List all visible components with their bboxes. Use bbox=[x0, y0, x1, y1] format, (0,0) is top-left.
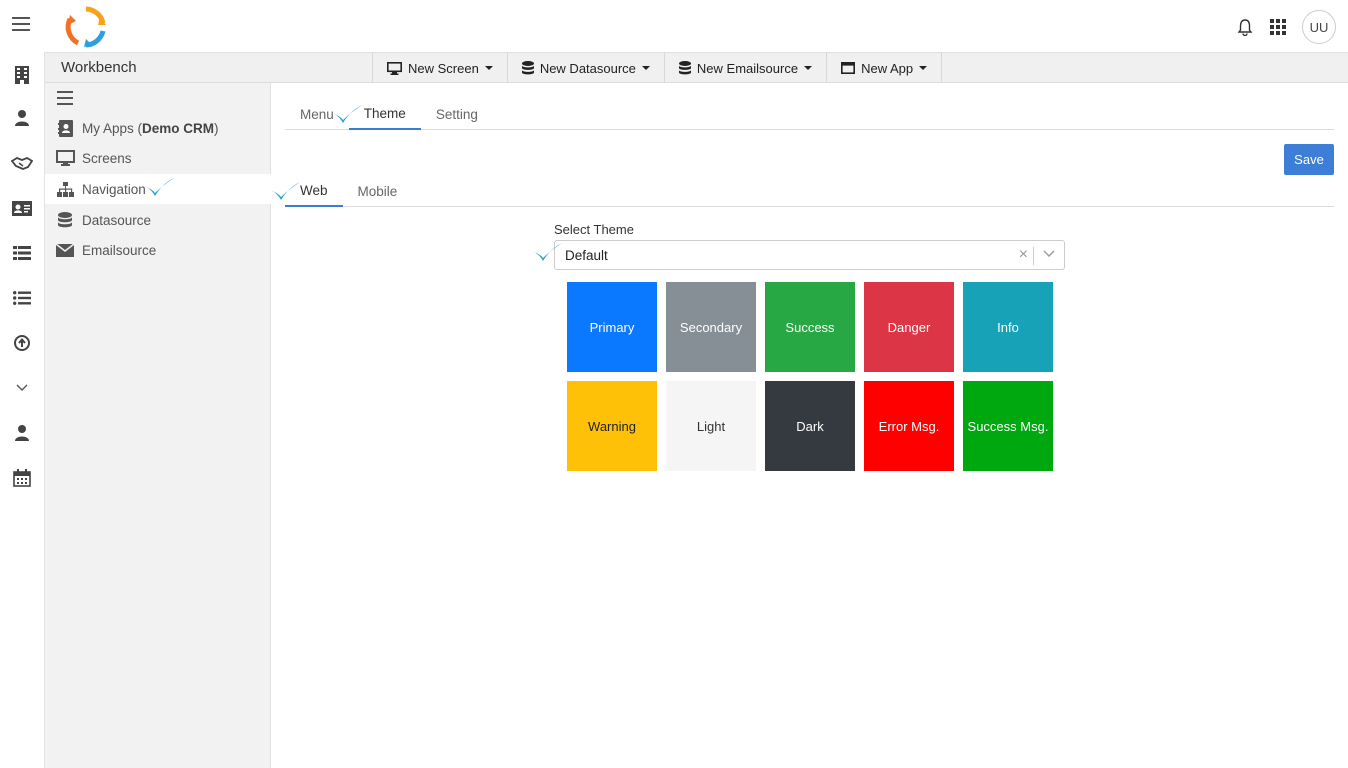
tab-label: Menu bbox=[300, 106, 334, 122]
window-icon bbox=[841, 62, 856, 74]
handshake-icon[interactable] bbox=[11, 152, 33, 174]
select-theme-label: Select Theme bbox=[554, 222, 634, 237]
swatch-light[interactable]: Light bbox=[666, 381, 756, 471]
tab-mobile[interactable]: Mobile bbox=[343, 175, 413, 207]
app-sidebar: My Apps (Demo CRM) Screens Navigation Da… bbox=[45, 83, 271, 768]
swatch-secondary[interactable]: Secondary bbox=[666, 282, 756, 372]
swatch-warning[interactable]: Warning bbox=[567, 381, 657, 471]
upload-circle-icon[interactable] bbox=[11, 332, 33, 354]
workbench-menu: New Screen New Datasource New Emailsourc… bbox=[372, 53, 943, 83]
new-app-label: New App bbox=[861, 60, 914, 76]
select-separator bbox=[1033, 247, 1034, 265]
sidebar-item-label: Screens bbox=[82, 150, 132, 166]
clear-icon[interactable]: × bbox=[1019, 246, 1028, 264]
swatch-label: Secondary bbox=[679, 319, 743, 335]
swatch-label: Success bbox=[785, 319, 835, 335]
new-screen-dropdown[interactable]: New Screen bbox=[372, 53, 507, 83]
new-datasource-dropdown[interactable]: New Datasource bbox=[506, 53, 664, 83]
theme-select-value: Default bbox=[565, 248, 608, 263]
swatch-success[interactable]: Success bbox=[765, 282, 855, 372]
checkmark-icon bbox=[146, 178, 174, 196]
caret-down-icon bbox=[641, 66, 650, 70]
sidebar-toggle-icon[interactable] bbox=[57, 91, 73, 105]
top-bar: UU bbox=[0, 0, 1348, 52]
tab-label: Web bbox=[300, 182, 328, 198]
new-emailsource-dropdown[interactable]: New Emailsource bbox=[663, 53, 826, 83]
building-icon[interactable] bbox=[11, 64, 33, 86]
platform-tabs: Web Mobile bbox=[285, 175, 1334, 207]
hamburger-menu-icon[interactable] bbox=[12, 17, 30, 33]
tab-label: Setting bbox=[435, 106, 478, 122]
envelope-icon bbox=[55, 241, 75, 259]
checkmark-icon bbox=[272, 182, 300, 200]
new-screen-label: New Screen bbox=[408, 60, 479, 76]
app-logo bbox=[65, 6, 106, 48]
caret-down-icon bbox=[919, 66, 928, 70]
apps-grid-icon[interactable] bbox=[1270, 19, 1286, 35]
sidebar-item-label: Emailsource bbox=[82, 242, 157, 258]
swatch-label: Error Msg. bbox=[878, 418, 940, 434]
monitor-icon bbox=[387, 61, 402, 75]
database-icon bbox=[521, 61, 534, 75]
swatch-label: Danger bbox=[887, 319, 931, 335]
new-emailsource-label: New Emailsource bbox=[696, 60, 799, 76]
app-name: Demo CRM bbox=[142, 120, 215, 136]
chevron-down-icon[interactable] bbox=[11, 377, 33, 399]
sidebar-item-datasource[interactable]: Datasource bbox=[45, 205, 271, 235]
sidebar-item-label-suffix: ) bbox=[214, 120, 219, 136]
contact-book-icon bbox=[55, 119, 75, 137]
swatch-danger[interactable]: Danger bbox=[864, 282, 954, 372]
database-icon bbox=[55, 211, 75, 229]
user-avatar[interactable]: UU bbox=[1302, 10, 1336, 44]
workbench-title: Workbench bbox=[61, 59, 137, 76]
swatch-dark[interactable]: Dark bbox=[765, 381, 855, 471]
caret-down-icon bbox=[804, 66, 813, 70]
user-icon[interactable] bbox=[11, 422, 33, 444]
sidebar-item-my-apps[interactable]: My Apps (Demo CRM) bbox=[45, 113, 271, 143]
new-datasource-label: New Datasource bbox=[539, 60, 636, 76]
checkmark-icon bbox=[534, 243, 562, 261]
tab-label: Theme bbox=[363, 105, 406, 121]
swatch-label: Success Msg. bbox=[967, 418, 1049, 434]
id-card-icon[interactable] bbox=[11, 197, 33, 219]
caret-down-icon bbox=[484, 66, 493, 70]
workbench-toolbar: Workbench New Screen New Datasource New … bbox=[45, 52, 1348, 83]
swatch-info[interactable]: Info bbox=[963, 282, 1053, 372]
sidebar-item-label: Navigation bbox=[82, 181, 146, 197]
left-rail bbox=[0, 52, 45, 768]
swatch-error-msg[interactable]: Error Msg. bbox=[864, 381, 954, 471]
database-icon bbox=[678, 61, 691, 75]
sidebar-item-navigation[interactable]: Navigation bbox=[45, 174, 271, 204]
tab-setting[interactable]: Setting bbox=[421, 98, 493, 130]
save-button[interactable]: Save bbox=[1284, 144, 1334, 175]
chevron-down-icon[interactable] bbox=[1043, 250, 1055, 258]
swatch-label: Warning bbox=[588, 418, 636, 434]
swatch-primary[interactable]: Primary bbox=[567, 282, 657, 372]
calendar-icon[interactable] bbox=[11, 467, 33, 489]
settings-tabs: Menu Theme Setting bbox=[285, 98, 1334, 130]
checkmark-icon bbox=[334, 105, 362, 123]
swatch-label: Dark bbox=[796, 418, 824, 434]
swatch-label: Primary bbox=[589, 319, 635, 335]
sitemap-icon bbox=[55, 180, 75, 198]
sidebar-item-label: My Apps ( bbox=[82, 120, 143, 136]
sidebar-item-screens[interactable]: Screens bbox=[45, 143, 271, 173]
swatch-label: Info bbox=[997, 319, 1019, 335]
new-app-dropdown[interactable]: New App bbox=[826, 53, 943, 83]
bell-icon[interactable] bbox=[1236, 18, 1254, 36]
sidebar-item-label: Datasource bbox=[82, 212, 152, 228]
user-icon[interactable] bbox=[11, 107, 33, 129]
tab-label: Mobile bbox=[357, 183, 398, 199]
sidebar-item-emailsource[interactable]: Emailsource bbox=[45, 235, 271, 265]
monitor-icon bbox=[55, 149, 75, 167]
theme-select[interactable]: Default × bbox=[554, 240, 1065, 270]
swatch-success-msg[interactable]: Success Msg. bbox=[963, 381, 1053, 471]
swatch-label: Light bbox=[696, 418, 726, 434]
table-list-icon[interactable] bbox=[11, 242, 33, 264]
bullet-list-icon[interactable] bbox=[11, 287, 33, 309]
